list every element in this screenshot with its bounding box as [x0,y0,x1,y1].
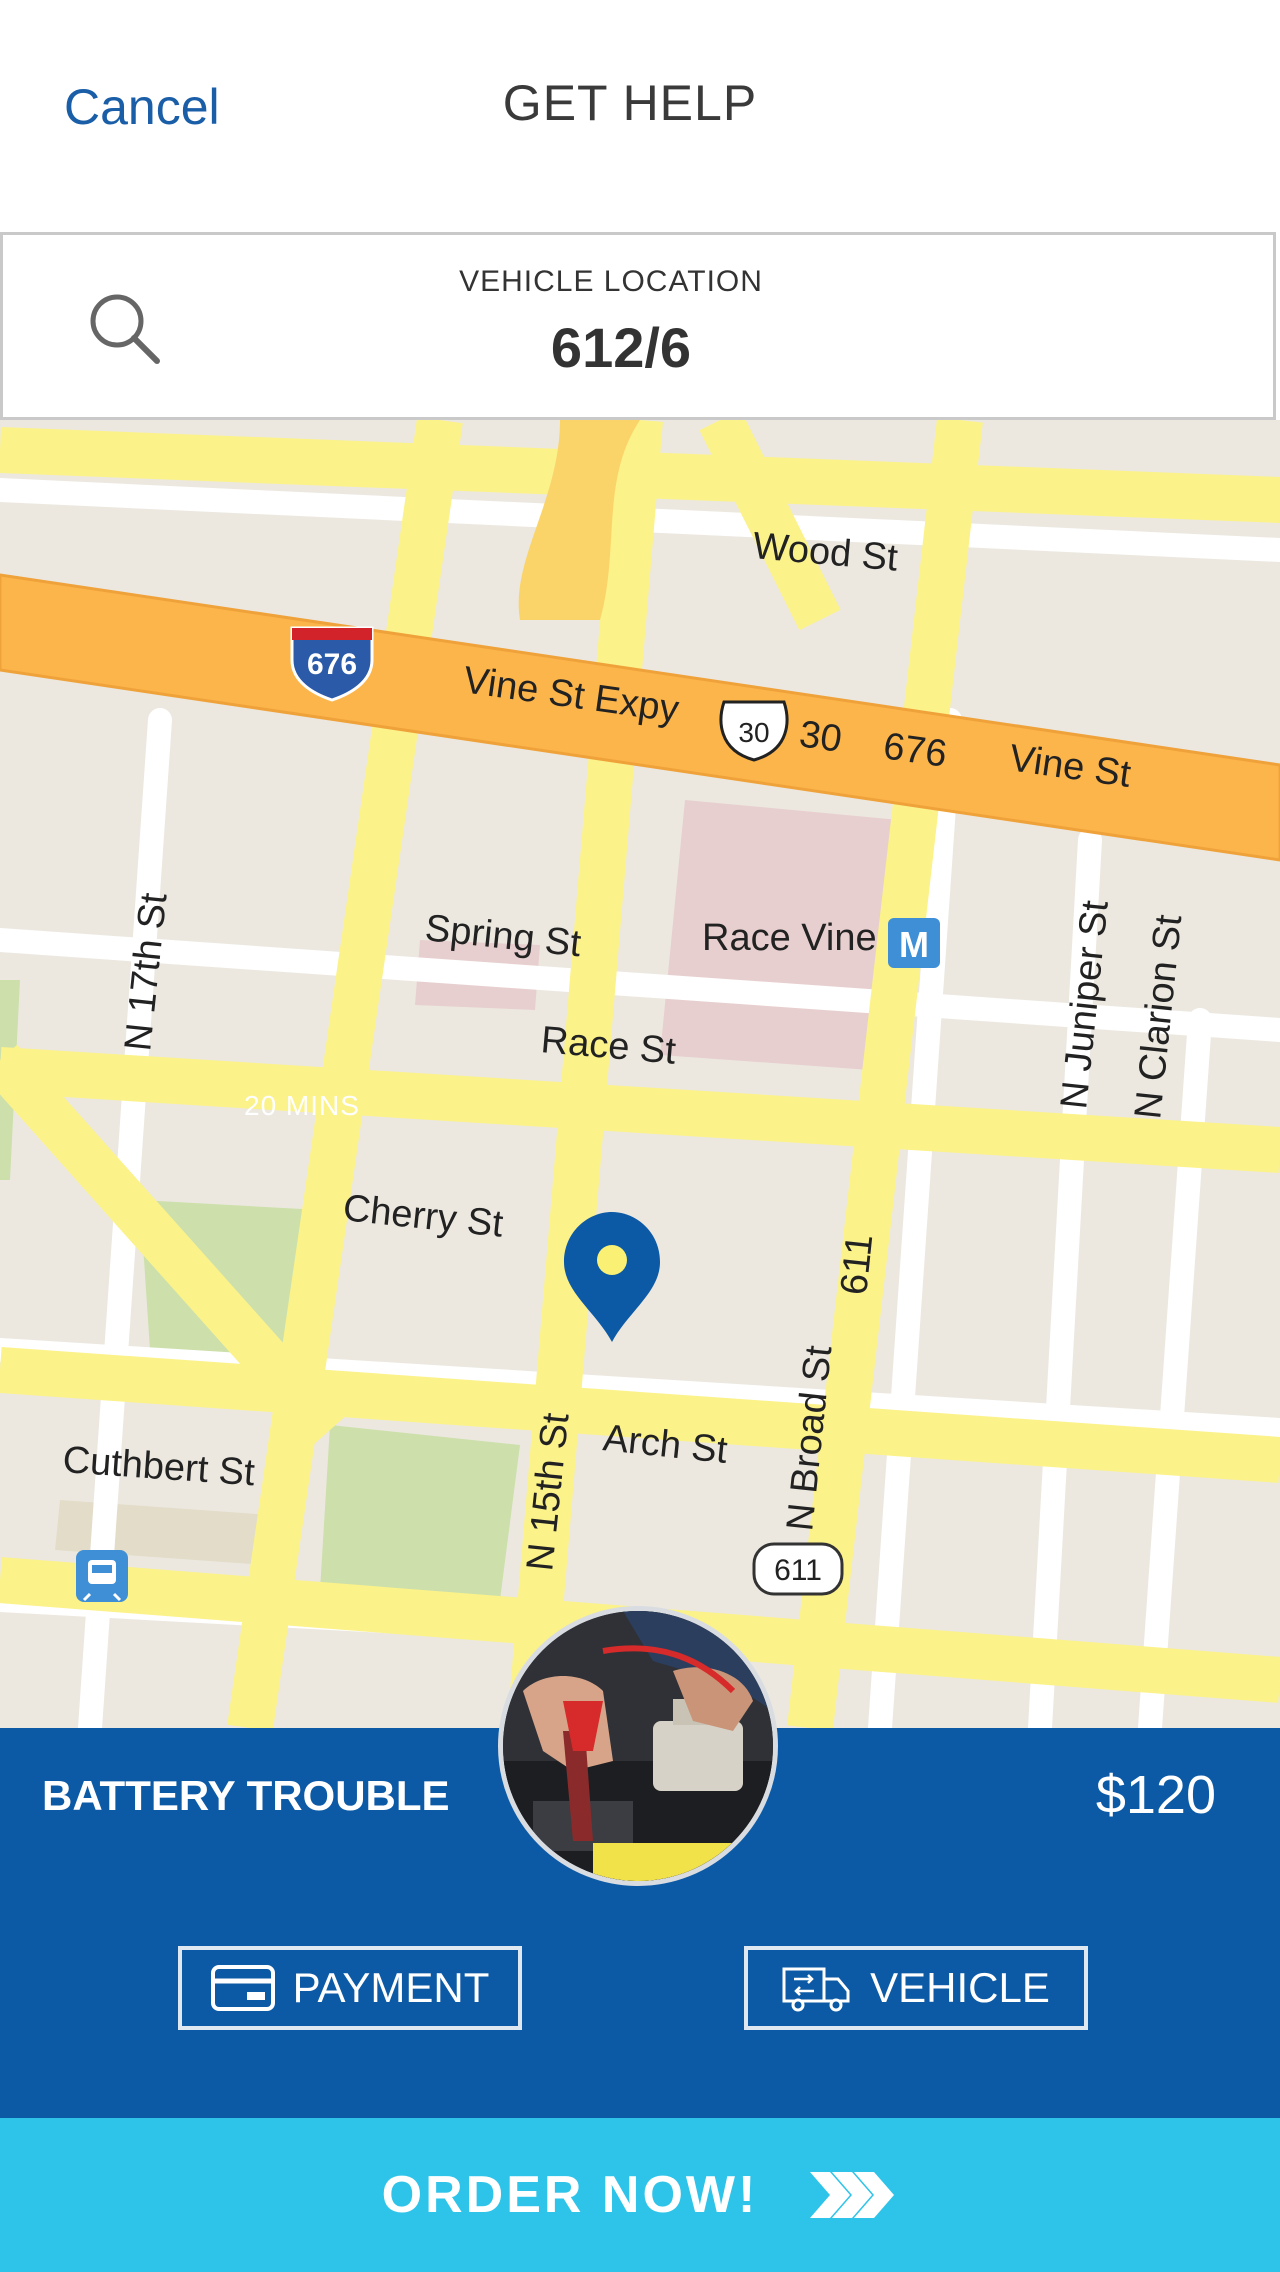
eta-label: 20 MINS [244,1090,360,1121]
street-label: Race Vine [702,917,877,959]
map-view[interactable]: Wood St Vine St Expy 30 676 Vine St N 17… [0,420,1280,1728]
location-label: VEHICLE LOCATION [459,265,763,298]
svg-text:676: 676 [307,648,357,681]
state-route-shield-icon: 611 [752,1542,844,1596]
park-area [320,1425,520,1600]
service-name: BATTERY TROUBLE [42,1772,450,1819]
street-label: 676 [881,725,950,775]
svg-text:M: M [899,924,929,965]
payment-button[interactable]: PAYMENT [178,1946,522,2030]
street-label: 30 [797,713,845,760]
truck-swap-icon [782,1967,850,2012]
order-now-label: ORDER NOW! [381,2166,759,2224]
svg-text:611: 611 [774,1554,822,1587]
street-label: 611 [833,1232,881,1297]
card-icon [210,1965,275,2011]
order-now-button[interactable]: ORDER NOW! [0,2118,1280,2272]
location-value: 612/6 [550,316,692,379]
page-title: GET HELP [502,75,758,131]
vehicle-button[interactable]: VEHICLE [744,1946,1088,2030]
svg-text:30: 30 [738,717,769,748]
metro-station-icon: M [888,918,940,968]
vehicle-label: VEHICLE [870,1964,1050,2011]
service-price: $120 [1095,1765,1216,1825]
train-icon [76,1550,128,1602]
header: Cancel GET HELP [0,0,1280,232]
vehicle-location-bar[interactable]: VEHICLE LOCATION 612/6 [0,232,1276,420]
chevrons-right-icon [810,2172,895,2218]
battery-service-photo [498,1606,778,1886]
payment-label: PAYMENT [292,1964,490,2011]
